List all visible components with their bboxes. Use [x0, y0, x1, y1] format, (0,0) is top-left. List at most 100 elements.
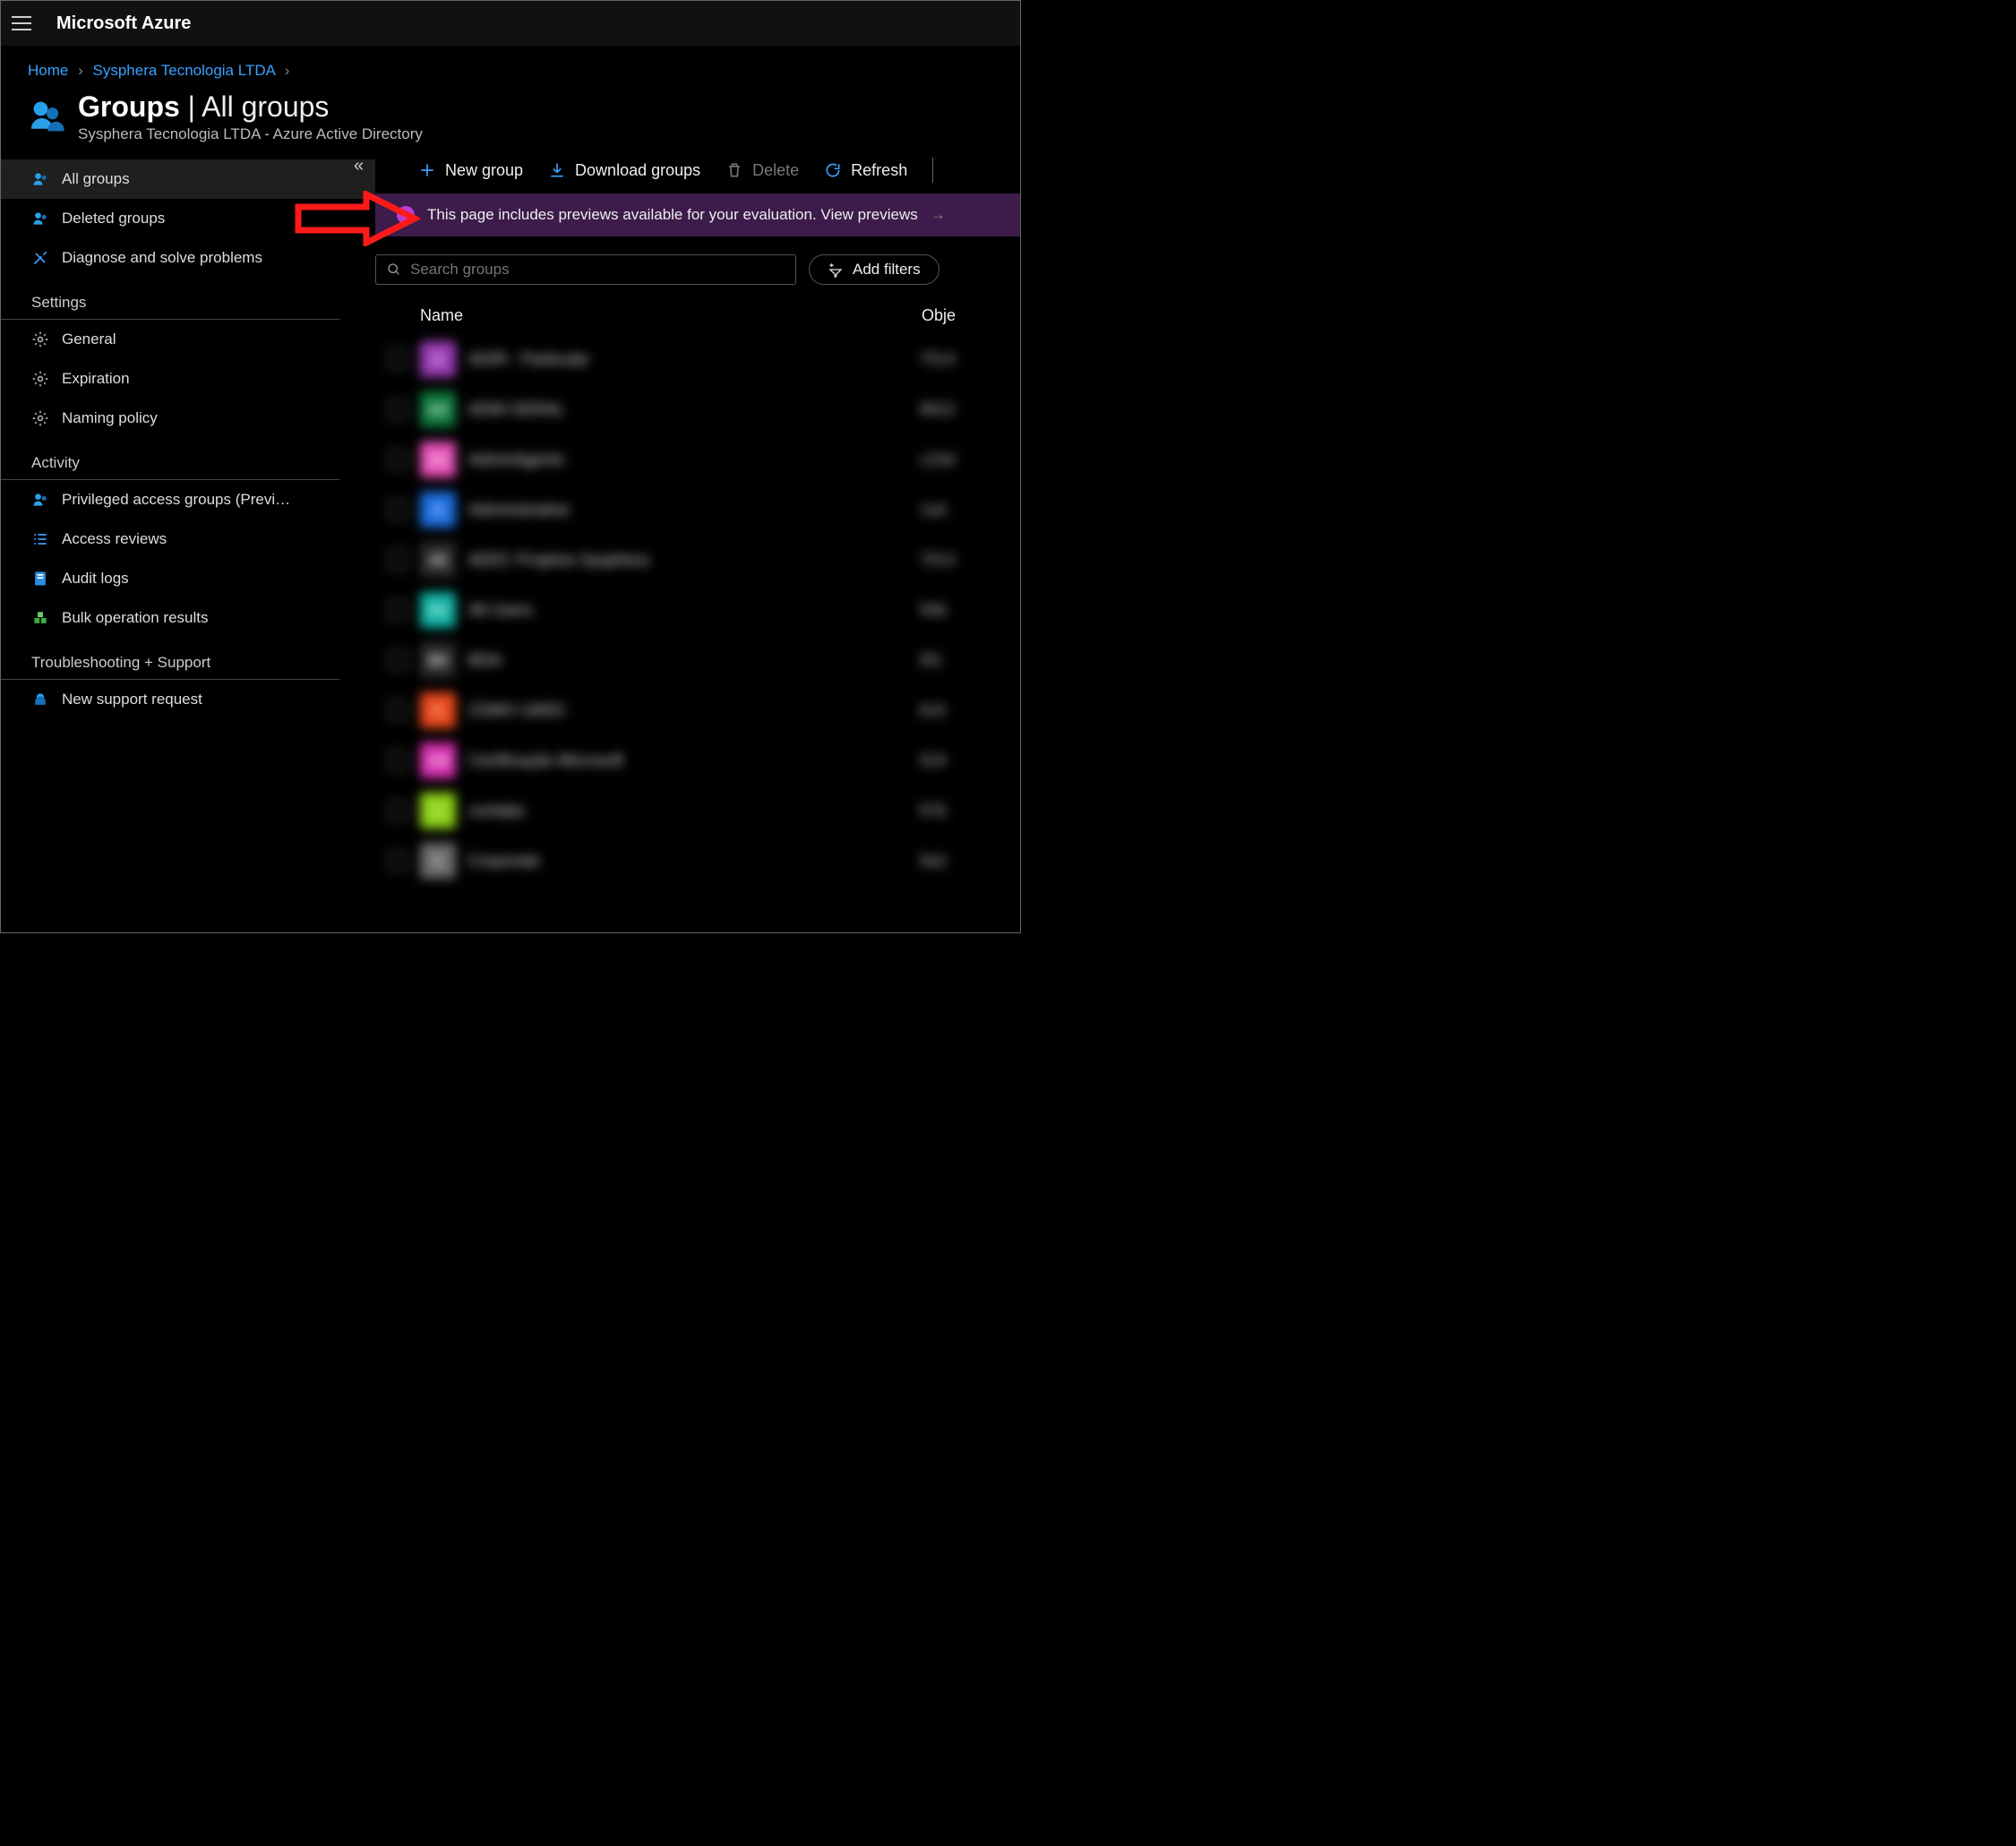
groups-icon	[28, 96, 65, 133]
breadcrumb-home[interactable]: Home	[28, 62, 68, 79]
group-avatar: AE	[420, 542, 456, 578]
sidebar-item-label: All groups	[62, 170, 130, 188]
sidebar-header-settings: Settings	[1, 278, 339, 320]
table-row[interactable]: AGADW GERAL8622	[375, 384, 1020, 434]
table-row[interactable]: CCorporate9a2	[375, 836, 1020, 886]
sidebar: All groups Deleted groups Diagnose and sol…	[1, 150, 375, 930]
sidebar-item[interactable]: General	[1, 320, 375, 359]
search-icon	[387, 262, 401, 277]
sidebar-item-label: Audit logs	[62, 570, 129, 588]
breadcrumb-tenant[interactable]: Sysphera Tecnologia LTDA	[93, 62, 276, 79]
group-name: ADW GERAL	[468, 400, 907, 419]
hamburger-menu-icon[interactable]	[12, 13, 31, 33]
group-object-id: 1a4	[920, 501, 947, 519]
column-object-id[interactable]: Obje	[922, 306, 1020, 325]
download-icon	[548, 161, 566, 179]
group-name: Administrative	[468, 501, 907, 519]
refresh-button[interactable]: Refresh	[824, 161, 907, 180]
group-name: AD/R - Particular	[468, 350, 907, 369]
arrow-right-icon: →	[931, 206, 946, 224]
row-checkbox[interactable]	[388, 550, 407, 570]
group-avatar: AA	[420, 442, 456, 477]
sidebar-item[interactable]: New support request	[1, 680, 375, 719]
row-checkbox[interactable]	[388, 700, 407, 720]
row-checkbox[interactable]	[388, 450, 407, 469]
table-row[interactable]: AA AdminAgents c24d	[375, 434, 1020, 485]
filter-plus-icon	[828, 262, 844, 278]
group-object-id: 524	[920, 751, 947, 770]
checklist-icon	[31, 530, 49, 548]
row-checkbox[interactable]	[388, 600, 407, 620]
sidebar-item[interactable]: Privileged access groups (Previ…	[1, 480, 375, 519]
row-checkbox[interactable]	[388, 399, 407, 419]
new-group-button[interactable]: New group	[418, 161, 523, 180]
sidebar-item-label: Diagnose and solve problems	[62, 249, 262, 267]
row-checkbox[interactable]	[388, 349, 407, 369]
column-name[interactable]: Name	[420, 306, 922, 325]
table-row[interactable]: CCDMV LWDC6c5	[375, 685, 1020, 735]
group-avatar: A	[420, 492, 456, 528]
tools-icon	[31, 249, 49, 267]
row-checkbox[interactable]	[388, 801, 407, 820]
chevron-right-icon: ›	[78, 62, 83, 79]
row-checkbox[interactable]	[388, 751, 407, 770]
sidebar-item[interactable]: Naming policy	[1, 399, 375, 438]
log-icon	[31, 570, 49, 588]
group-name: All Users	[468, 601, 907, 620]
group-avatar: C	[420, 692, 456, 728]
group-avatar: AU	[420, 592, 456, 628]
group-object-id: 67b	[920, 802, 947, 820]
headset-icon	[31, 691, 49, 708]
group-name: BDA	[468, 651, 907, 670]
sidebar-item[interactable]: Bulk operation results	[1, 598, 375, 638]
toolbar-separator	[932, 158, 933, 183]
group-object-id: 9a2	[920, 852, 947, 871]
group-name: AEEC Projetos Sysphera	[468, 551, 907, 570]
people-icon	[31, 491, 49, 509]
table-row[interactable]: A Administrative 1a4	[375, 485, 1020, 535]
table-row[interactable]: CM Certificação Microsoft 524	[375, 735, 1020, 786]
page-subtitle: Sysphera Tecnologia LTDA - Azure Active …	[78, 125, 423, 143]
banner-text: This page includes previews available fo…	[427, 206, 918, 224]
sidebar-item[interactable]: Expiration	[1, 359, 375, 399]
sidebar-header-support: Troubleshooting + Support	[1, 638, 339, 680]
preview-banner[interactable]: ✦ This page includes previews available …	[375, 193, 1020, 236]
group-avatar: C	[420, 843, 456, 879]
sidebar-item[interactable]: Deleted groups	[1, 199, 375, 238]
table-row[interactable]: c contabs 67b	[375, 786, 1020, 836]
plus-icon	[418, 161, 436, 179]
group-name: contabs	[468, 802, 907, 820]
people-icon	[31, 210, 49, 228]
collapse-sidebar-icon[interactable]: «	[348, 150, 369, 182]
add-filters-button[interactable]: Add filters	[809, 254, 939, 285]
group-object-id: 7514	[920, 350, 956, 369]
group-object-id: 6c5	[920, 701, 946, 720]
download-groups-button[interactable]: Download groups	[548, 161, 700, 180]
table-row[interactable]: AEAEEC Projetos Sysphera7014	[375, 535, 1020, 585]
search-input[interactable]	[410, 261, 785, 279]
table-row[interactable]: A AD/R - Particular 7514	[375, 334, 1020, 384]
brand-title: Microsoft Azure	[56, 13, 191, 34]
cubes-icon	[31, 609, 49, 627]
group-avatar: c	[420, 793, 456, 829]
sidebar-item-label: Deleted groups	[62, 210, 165, 228]
row-checkbox[interactable]	[388, 500, 407, 519]
group-avatar: A	[420, 341, 456, 377]
group-avatar: CM	[420, 743, 456, 778]
sidebar-item[interactable]: Diagnose and solve problems	[1, 238, 375, 278]
group-object-id: 94b	[920, 601, 947, 620]
sidebar-item-label: Expiration	[62, 370, 130, 388]
group-name: Certificação Microsoft	[468, 751, 907, 770]
sidebar-item[interactable]: Audit logs	[1, 559, 375, 598]
table-row[interactable]: BDBDA6f1	[375, 635, 1020, 685]
sidebar-item[interactable]: Access reviews	[1, 519, 375, 559]
group-object-id: c24d	[920, 451, 955, 469]
row-checkbox[interactable]	[388, 851, 407, 871]
group-object-id: 6f1	[920, 651, 942, 670]
sidebar-item[interactable]: All groups	[1, 159, 375, 199]
group-name: AdminAgents	[468, 451, 907, 469]
search-input-wrapper[interactable]	[375, 254, 796, 285]
table-row[interactable]: AU All Users 94b	[375, 585, 1020, 635]
row-checkbox[interactable]	[388, 650, 407, 670]
chevron-right-icon: ›	[285, 62, 290, 79]
